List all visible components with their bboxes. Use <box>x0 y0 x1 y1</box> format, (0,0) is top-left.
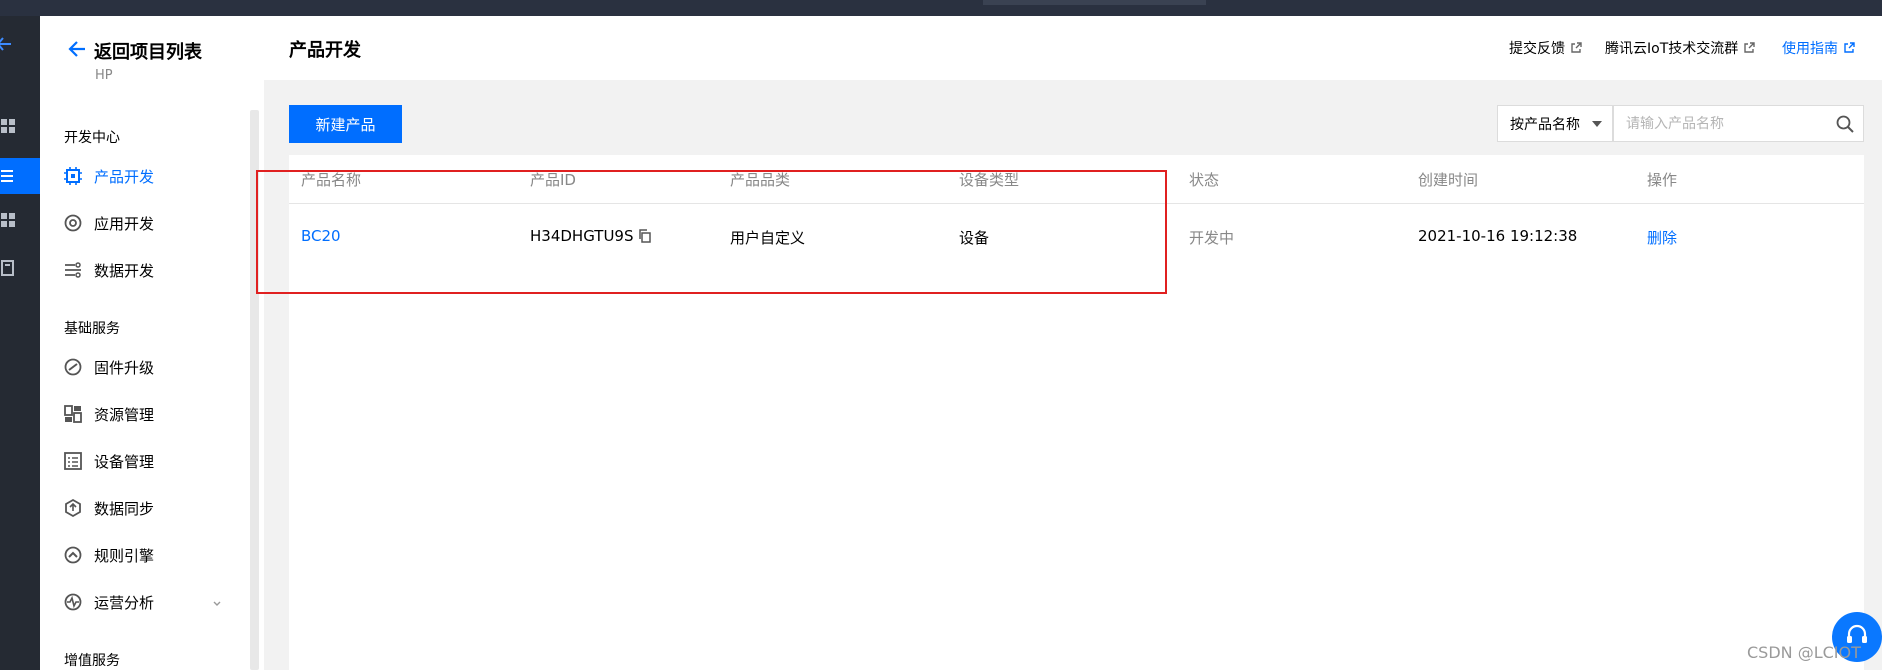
sidebar-item-app-dev[interactable]: 应用开发 <box>62 211 154 235</box>
user-guide-link[interactable]: 使用指南 <box>1782 38 1855 58</box>
device-list-icon <box>62 450 84 472</box>
feedback-link[interactable]: 提交反馈 <box>1509 38 1582 58</box>
link-label: 使用指南 <box>1782 41 1838 57</box>
page-title: 产品开发 <box>289 40 361 61</box>
sidebar-item-label: 固件升级 <box>94 358 155 377</box>
filter-selected-value: 按产品名称 <box>1510 116 1580 133</box>
status-text: 开发中 <box>1189 229 1235 247</box>
top-bar <box>0 0 1882 16</box>
project-name: HP <box>95 68 113 83</box>
analytics-icon <box>62 591 84 613</box>
rule-engine-icon <box>62 544 84 566</box>
new-product-button[interactable]: 新建产品 <box>289 105 402 143</box>
section-basic-services: 基础服务 <box>64 321 120 337</box>
document-icon <box>1 260 17 276</box>
back-to-projects-link[interactable]: 返回项目列表 <box>68 38 202 64</box>
external-link-icon <box>1843 42 1855 54</box>
list-icon <box>1 168 17 184</box>
arrow-left-icon <box>0 35 13 53</box>
sidebar-item-label: 设备管理 <box>94 452 155 471</box>
link-label: 提交反馈 <box>1509 41 1565 57</box>
left-rail <box>0 16 40 670</box>
sidebar-item-label: 数据同步 <box>94 499 155 518</box>
grid-icon <box>1 118 17 134</box>
external-link-icon <box>1743 42 1755 54</box>
sidebar-item-rule-engine[interactable]: 规则引擎 <box>62 543 154 567</box>
search-input[interactable] <box>1614 106 1824 141</box>
sidebar-item-data-dev[interactable]: 数据开发 <box>62 258 154 282</box>
search-box <box>1613 105 1864 142</box>
sidebar-item-label: 应用开发 <box>94 214 155 233</box>
chip-icon <box>62 165 84 187</box>
back-label: 返回项目列表 <box>94 42 202 63</box>
filter-select[interactable]: 按产品名称 <box>1497 105 1613 142</box>
sidebar-item-device[interactable]: 设备管理 <box>62 449 154 473</box>
chevron-down-icon[interactable] <box>212 594 222 613</box>
rail-item-grid[interactable] <box>0 108 40 144</box>
sidebar-item-resource[interactable]: 资源管理 <box>62 402 154 426</box>
sidebar-item-product-dev[interactable]: 产品开发 <box>62 164 154 188</box>
watermark: CSDN @LCIOT <box>1747 643 1861 662</box>
arrow-left-icon <box>68 40 86 62</box>
sidebar-item-label: 产品开发 <box>94 167 155 186</box>
top-bar-segment <box>983 0 1206 5</box>
sidebar <box>40 16 264 670</box>
sync-icon <box>62 497 84 519</box>
delete-link[interactable]: 删除 <box>1647 227 1677 248</box>
sidebar-item-firmware[interactable]: 固件升级 <box>62 355 154 379</box>
search-icon[interactable] <box>1835 114 1855 138</box>
external-link-icon <box>1570 42 1582 54</box>
resource-icon <box>62 403 84 425</box>
sidebar-item-analytics[interactable]: 运营分析 <box>62 590 221 614</box>
col-header-action: 操作 <box>1647 171 1678 189</box>
created-time: 2021-10-16 19:12:38 <box>1418 227 1578 245</box>
sidebar-item-label: 数据开发 <box>94 261 155 280</box>
firmware-icon <box>62 356 84 378</box>
link-label: 腾讯云IoT技术交流群 <box>1605 41 1739 57</box>
data-flow-icon <box>62 259 84 281</box>
sidebar-item-label: 资源管理 <box>94 405 155 424</box>
rail-item-grid-2[interactable] <box>0 202 40 238</box>
section-dev-center: 开发中心 <box>64 130 120 146</box>
col-header-created: 创建时间 <box>1418 171 1479 189</box>
sidebar-item-label: 运营分析 <box>94 593 155 612</box>
sidebar-item-label: 规则引擎 <box>94 546 155 565</box>
section-value-services: 增值服务 <box>64 653 120 669</box>
rail-item-document[interactable] <box>0 250 40 286</box>
app-gear-icon <box>62 212 84 234</box>
col-header-status: 状态 <box>1189 171 1220 189</box>
highlight-box <box>256 170 1167 294</box>
sidebar-item-data-sync[interactable]: 数据同步 <box>62 496 154 520</box>
rail-item-back[interactable] <box>0 26 40 62</box>
caret-down-icon <box>1592 121 1602 127</box>
rail-item-list[interactable] <box>0 158 40 194</box>
grid-icon <box>1 212 17 228</box>
iot-group-link[interactable]: 腾讯云IoT技术交流群 <box>1605 38 1755 58</box>
